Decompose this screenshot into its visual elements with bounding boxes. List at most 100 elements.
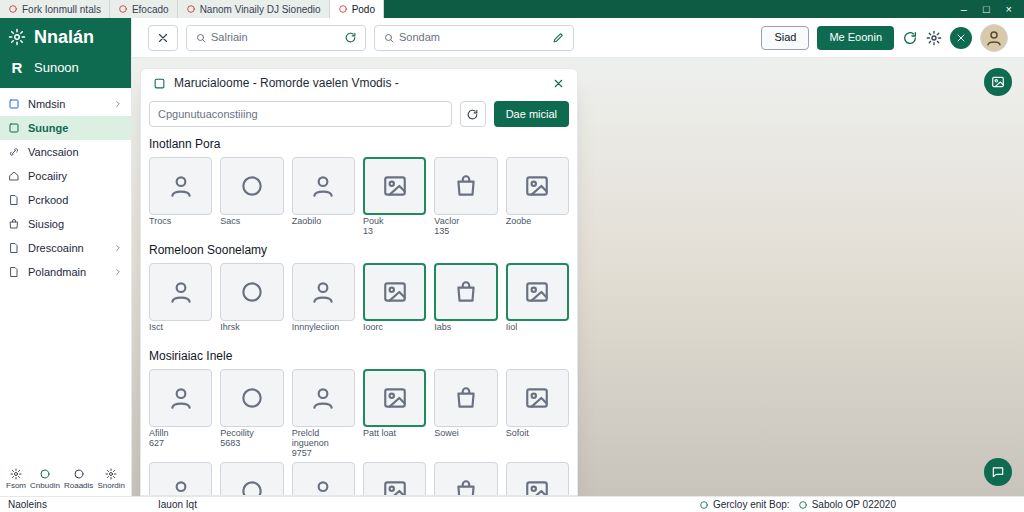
- browser-tab[interactable]: Efocado: [110, 0, 178, 18]
- media-card[interactable]: [220, 462, 283, 496]
- card-caption: Sofoit: [506, 427, 569, 449]
- media-card[interactable]: Ioorc: [363, 263, 426, 343]
- user-icon: [985, 29, 1003, 47]
- card-thumbnail: [434, 369, 497, 427]
- media-card[interactable]: Ihrsk: [220, 263, 283, 343]
- card-label: Ihrsk: [220, 322, 283, 332]
- window-control[interactable]: –: [961, 4, 967, 15]
- media-card[interactable]: Vaclor135: [434, 157, 497, 237]
- overlay-button[interactable]: [984, 68, 1012, 96]
- thumbnail-icon: [168, 173, 194, 199]
- sidebar-item[interactable]: Vancsaion: [0, 140, 131, 164]
- media-card[interactable]: Afilln627: [149, 369, 212, 458]
- modal-action-button[interactable]: Dae micial: [494, 101, 569, 127]
- media-card[interactable]: Sacs: [220, 157, 283, 237]
- sidebar-item[interactable]: Nmdsin: [0, 92, 131, 116]
- search-input[interactable]: [399, 29, 548, 46]
- refresh-icon[interactable]: [902, 30, 918, 46]
- refresh-button[interactable]: [460, 101, 486, 127]
- sidebar-title-row: Nnalán: [8, 26, 123, 49]
- media-card[interactable]: Trocs: [149, 157, 212, 237]
- card-caption: Iiol: [506, 321, 569, 343]
- media-card[interactable]: Zaobilo: [292, 157, 355, 237]
- thumbnail-icon: [310, 173, 336, 199]
- sidebar-label: Siusiog: [28, 216, 123, 233]
- footer-icon: [73, 468, 85, 480]
- thumbnail-icon: [382, 279, 408, 305]
- card-thumbnail: [292, 157, 355, 215]
- footer-button[interactable]: Roaadis: [64, 468, 93, 492]
- media-card[interactable]: [363, 462, 426, 496]
- thumbnail-icon: [168, 478, 194, 496]
- modal-section: Mosiriaiac IneleAfilln627Pecoility5683Pr…: [141, 343, 577, 496]
- footer-button[interactable]: Fsom: [6, 468, 26, 492]
- media-card[interactable]: [149, 462, 212, 496]
- window-control[interactable]: □: [983, 4, 990, 15]
- media-card[interactable]: Sowei: [434, 369, 497, 458]
- status-text: Gercloy enit Bop:: [713, 497, 790, 512]
- favicon-icon: [118, 4, 128, 14]
- gear-icon: [8, 28, 26, 46]
- media-card[interactable]: Pouk13: [363, 157, 426, 237]
- footer-button[interactable]: Snordin: [97, 468, 125, 492]
- image-icon: [991, 75, 1005, 89]
- modal-title: Marucialoome - Romorde vaelen Vmodis -: [174, 74, 544, 92]
- browser-tab[interactable]: Nanom Vinaily DJ Sionedio: [178, 0, 330, 18]
- media-card[interactable]: [292, 462, 355, 496]
- media-card[interactable]: Iiol: [506, 263, 569, 343]
- card-caption: Patt loat: [363, 427, 426, 449]
- chat-icon: [991, 465, 1005, 479]
- sidebar-item[interactable]: Polandmain: [0, 260, 131, 284]
- card-grid: Afilln627Pecoility5683Prelcld inguenon97…: [149, 369, 569, 496]
- media-card[interactable]: Patt loat: [363, 369, 426, 458]
- card-label: Iabs: [434, 322, 497, 332]
- sidebar-item[interactable]: Suunge: [0, 116, 131, 140]
- media-card[interactable]: [434, 462, 497, 496]
- chevron-icon: [113, 243, 123, 253]
- thumbnail-icon: [382, 173, 408, 199]
- footer-button[interactable]: Cnbudin: [30, 468, 60, 492]
- search-input[interactable]: [211, 29, 340, 46]
- card-thumbnail: [220, 369, 283, 427]
- close-icon: [156, 31, 170, 45]
- secondary-button[interactable]: Siad: [761, 26, 809, 50]
- primary-button[interactable]: Me Eoonin: [817, 26, 894, 50]
- media-card[interactable]: Sofoit: [506, 369, 569, 458]
- browser-tab[interactable]: Fork Ionmull ntals: [0, 0, 110, 18]
- media-card[interactable]: Iabs: [434, 263, 497, 343]
- gear-icon[interactable]: [926, 30, 942, 46]
- close-circle-button[interactable]: [950, 27, 972, 49]
- sidebar-label: Nmdsin: [28, 96, 105, 113]
- card-label: Prelcld inguenon: [292, 428, 355, 448]
- thumbnail-icon: [524, 173, 550, 199]
- close-icon[interactable]: [552, 77, 565, 90]
- modal-section: Inotlann PoraTrocsSacsZaobiloPouk13Vaclo…: [141, 131, 577, 237]
- media-card[interactable]: Innnyleciion: [292, 263, 355, 343]
- media-card[interactable]: Isct: [149, 263, 212, 343]
- card-caption: Isct: [149, 321, 212, 343]
- content: Siad Me Eoonin Marucialoome - Romorde vael…: [132, 18, 1024, 496]
- window-control[interactable]: ×: [1006, 4, 1012, 15]
- search-field[interactable]: [186, 25, 366, 51]
- thumbnail-icon: [310, 478, 336, 496]
- browser-tab[interactable]: Podo: [330, 0, 384, 18]
- media-card[interactable]: [506, 462, 569, 496]
- card-label: Trocs: [149, 216, 212, 226]
- chat-button[interactable]: [984, 458, 1012, 486]
- modal-search[interactable]: [149, 101, 452, 127]
- card-caption: Sacs: [220, 215, 283, 237]
- media-card[interactable]: Pecoility5683: [220, 369, 283, 458]
- card-thumbnail: [363, 157, 426, 215]
- sidebar-item[interactable]: Drescoainn: [0, 236, 131, 260]
- card-grid: Trocs Sacs ZaobiloPouk13Vaclor135Zoobe: [149, 157, 569, 237]
- sidebar-item[interactable]: Siusiog: [0, 212, 131, 236]
- card-thumbnail: [506, 462, 569, 496]
- sidebar-item[interactable]: Pcrkood: [0, 188, 131, 212]
- sidebar-item[interactable]: Pocaiiry: [0, 164, 131, 188]
- search-field[interactable]: [374, 25, 574, 51]
- avatar[interactable]: [980, 24, 1008, 52]
- close-button[interactable]: [148, 25, 178, 51]
- status-right: Gercloy enit Bop:Sabolo OP 022020: [699, 497, 896, 512]
- media-card[interactable]: Prelcld inguenon9757: [292, 369, 355, 458]
- media-card[interactable]: Zoobe: [506, 157, 569, 237]
